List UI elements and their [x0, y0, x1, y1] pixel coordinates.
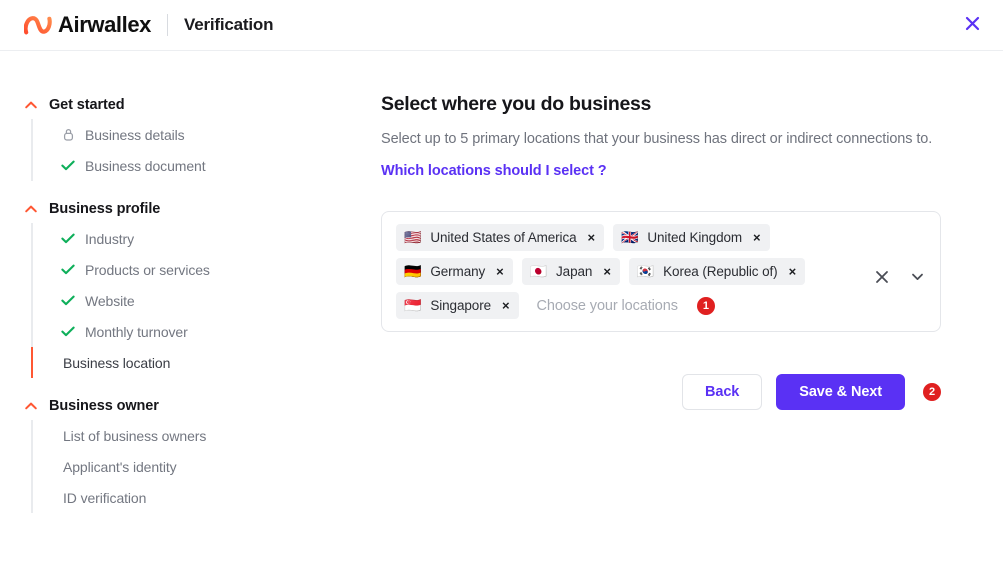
- sidebar-section-business-profile: Business profile Industry Products or se…: [24, 195, 330, 378]
- sidebar-item-products-or-services[interactable]: Products or services: [33, 254, 330, 285]
- sidebar-item-label: ID verification: [63, 489, 147, 506]
- progress-sidebar: Get started Business details Business do…: [0, 51, 330, 584]
- sidebar-section-header-business-profile[interactable]: Business profile: [24, 195, 330, 223]
- close-icon: [965, 16, 980, 34]
- sidebar-section-items: Industry Products or services Website Mo…: [31, 223, 330, 378]
- sidebar-item-business-location[interactable]: Business location: [31, 347, 330, 378]
- sidebar-item-label: Applicant's identity: [63, 458, 177, 475]
- chip-label: Germany: [430, 264, 486, 279]
- close-icon: [875, 270, 889, 287]
- chevron-up-icon: [24, 399, 49, 413]
- sidebar-item-label: Business details: [85, 126, 185, 143]
- sidebar-item-label: Business location: [63, 354, 171, 371]
- dropdown-toggle-button[interactable]: [908, 269, 926, 287]
- check-icon: [60, 262, 76, 278]
- remove-chip-icon[interactable]: ×: [753, 231, 761, 244]
- flag-icon-us: 🇺🇸: [404, 229, 422, 246]
- locations-multiselect[interactable]: 🇺🇸 United States of America × 🇬🇧 United …: [381, 211, 941, 332]
- sidebar-section-items: List of business owners Applicant's iden…: [31, 420, 330, 513]
- page-title: Select where you do business: [381, 93, 652, 115]
- sidebar-item-business-details[interactable]: Business details: [33, 119, 330, 150]
- main-content: Select where you do business Select up t…: [330, 51, 1003, 584]
- page-context-title: Verification: [184, 15, 274, 34]
- flag-icon-jp: 🇯🇵: [529, 263, 548, 280]
- sidebar-section-header-get-started[interactable]: Get started: [24, 91, 330, 119]
- clear-all-button[interactable]: [873, 269, 891, 287]
- sidebar-item-label: Monthly turnover: [85, 323, 188, 340]
- locations-search-input[interactable]: Choose your locations: [528, 298, 678, 314]
- sidebar-item-business-document[interactable]: Business document: [33, 150, 330, 181]
- sidebar-item-website[interactable]: Website: [33, 285, 330, 316]
- check-icon: [60, 158, 76, 174]
- logo-wordmark: Airwallex: [58, 12, 152, 37]
- flag-icon-gb: 🇬🇧: [621, 229, 639, 246]
- chip-label: United States of America: [430, 230, 577, 245]
- chevron-down-icon: [910, 269, 925, 287]
- sidebar-section-title: Business profile: [49, 201, 161, 217]
- chevron-up-icon: [24, 202, 49, 216]
- chevron-up-icon: [24, 98, 49, 112]
- sidebar-item-list-of-business-owners[interactable]: List of business owners: [33, 420, 330, 451]
- sidebar-item-industry[interactable]: Industry: [33, 223, 330, 254]
- check-icon: [60, 231, 76, 247]
- annotation-badge-2: 2: [923, 383, 941, 401]
- flag-icon-sg: 🇸🇬: [404, 297, 422, 314]
- check-icon: [60, 324, 76, 340]
- check-icon: [60, 293, 76, 309]
- multiselect-actions: [873, 269, 926, 287]
- sidebar-section-title: Get started: [49, 97, 125, 113]
- sidebar-section-header-business-owner[interactable]: Business owner: [24, 392, 330, 420]
- which-locations-help-link[interactable]: Which locations should I select ?: [381, 163, 607, 179]
- remove-chip-icon[interactable]: ×: [603, 265, 611, 278]
- remove-chip-icon[interactable]: ×: [496, 265, 504, 278]
- sidebar-item-label: Industry: [85, 230, 134, 247]
- brand: Airwallex Verification: [24, 12, 273, 38]
- flag-icon-de: 🇩🇪: [404, 263, 422, 280]
- page-subtitle: Select up to 5 primary locations that yo…: [381, 131, 933, 147]
- lock-icon: [60, 127, 76, 143]
- back-button[interactable]: Back: [682, 374, 763, 410]
- chip-label: United Kingdom: [647, 230, 743, 245]
- remove-chip-icon[interactable]: ×: [502, 299, 510, 312]
- chip-label: Japan: [556, 264, 593, 279]
- sidebar-section-business-owner: Business owner List of business owners A…: [24, 392, 330, 513]
- sidebar-section-get-started: Get started Business details Business do…: [24, 91, 330, 181]
- location-chip[interactable]: 🇰🇷 Korea (Republic of) ×: [628, 258, 806, 285]
- location-chip[interactable]: 🇬🇧 United Kingdom ×: [613, 224, 770, 251]
- sidebar-item-label: Products or services: [85, 261, 210, 278]
- location-chip[interactable]: 🇸🇬 Singapore ×: [396, 292, 519, 319]
- selected-locations-chip-list: 🇺🇸 United States of America × 🇬🇧 United …: [396, 224, 870, 319]
- sidebar-item-label: List of business owners: [63, 427, 207, 444]
- sidebar-item-label: Business document: [85, 157, 206, 174]
- location-chip[interactable]: 🇺🇸 United States of America ×: [396, 224, 605, 251]
- location-chip[interactable]: 🇯🇵 Japan ×: [521, 258, 620, 285]
- remove-chip-icon[interactable]: ×: [588, 231, 596, 244]
- chip-label: Singapore: [430, 298, 491, 313]
- app-header: Airwallex Verification: [0, 0, 1003, 51]
- sidebar-section-title: Business owner: [49, 398, 159, 414]
- sidebar-section-items: Business details Business document: [31, 119, 330, 181]
- annotation-badge-1: 1: [696, 296, 715, 315]
- close-button[interactable]: [959, 12, 985, 38]
- chip-label: Korea (Republic of): [663, 264, 778, 279]
- brand-divider: [167, 14, 169, 36]
- location-chip[interactable]: 🇩🇪 Germany ×: [396, 258, 513, 285]
- save-and-next-button[interactable]: Save & Next: [776, 374, 905, 410]
- flag-icon-kr: 🇰🇷: [636, 263, 655, 280]
- sidebar-item-monthly-turnover[interactable]: Monthly turnover: [33, 316, 330, 347]
- sidebar-item-label: Website: [85, 292, 135, 309]
- form-actions: Back Save & Next 2: [381, 374, 941, 410]
- sidebar-item-applicants-identity[interactable]: Applicant's identity: [33, 451, 330, 482]
- airwallex-logo-icon: [24, 14, 54, 36]
- remove-chip-icon[interactable]: ×: [789, 265, 797, 278]
- sidebar-item-id-verification[interactable]: ID verification: [33, 482, 330, 513]
